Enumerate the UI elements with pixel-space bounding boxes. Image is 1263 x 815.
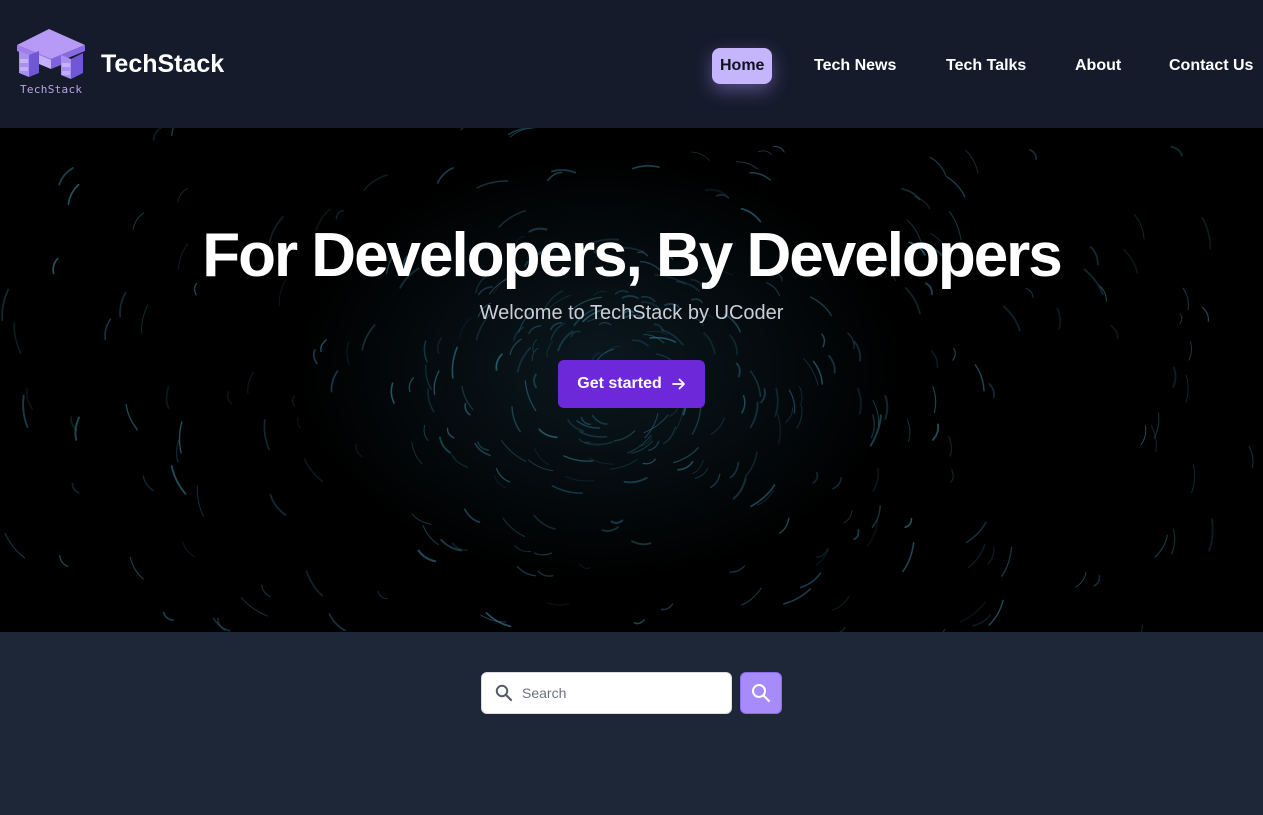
hero-subtitle: Welcome to TechStack by UCoder: [479, 302, 784, 324]
site-header: TechStack TechStack Home Tech News Tech …: [0, 0, 1263, 128]
nav-tech-talks[interactable]: Tech Talks: [946, 48, 1026, 84]
get-started-button[interactable]: Get started: [558, 360, 705, 408]
hero-title: For Developers, By Developers: [202, 221, 1063, 290]
search-icon: [495, 684, 513, 702]
search-box: [481, 672, 732, 714]
search-button[interactable]: [740, 672, 782, 714]
main-nav: Home Tech News Tech Talks About Contact …: [0, 48, 1263, 84]
logo-caption: TechStack: [20, 83, 83, 96]
nav-contact-us[interactable]: Contact Us: [1169, 48, 1253, 84]
hero-section: For Developers, By Developers Welcome to…: [0, 128, 1263, 632]
get-started-label: Get started: [577, 375, 662, 392]
arrow-right-icon: [671, 378, 685, 390]
nav-home[interactable]: Home: [712, 48, 773, 84]
search-input[interactable]: [522, 673, 722, 713]
nav-tech-news[interactable]: Tech News: [814, 48, 896, 84]
search-section: [0, 632, 1263, 815]
search-button-icon: [752, 684, 771, 703]
nav-about[interactable]: About: [1075, 48, 1121, 84]
